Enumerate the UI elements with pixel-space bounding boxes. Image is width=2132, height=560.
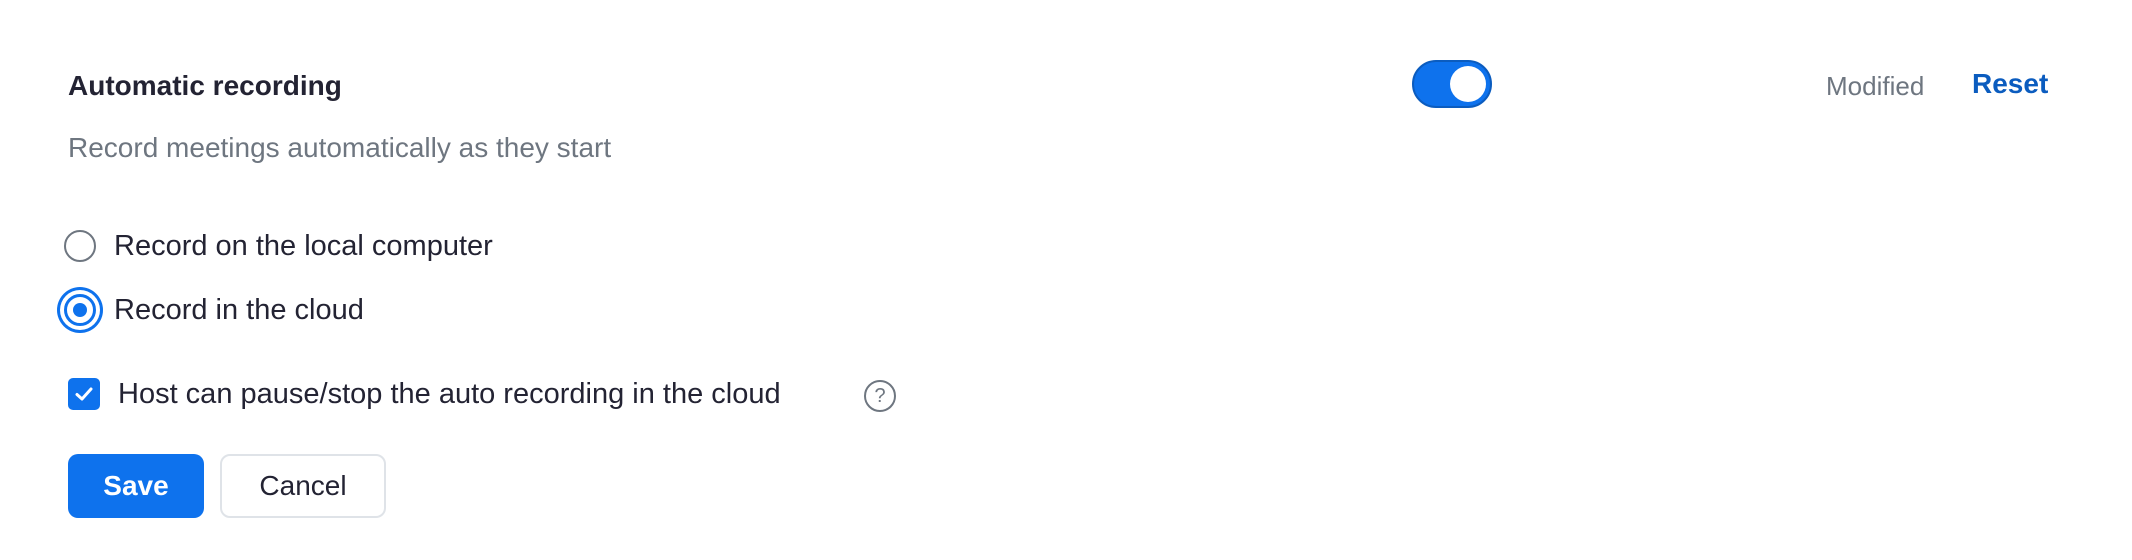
setting-title: Automatic recording <box>68 70 342 101</box>
radio-label-cloud: Record in the cloud <box>114 294 364 326</box>
checkmark-icon <box>75 387 93 401</box>
save-button[interactable]: Save <box>68 454 204 518</box>
radio-label-local: Record on the local computer <box>114 230 493 262</box>
automatic-recording-toggle[interactable] <box>1412 60 1492 108</box>
modified-status: Modified <box>1826 71 1925 101</box>
host-pause-stop-checkbox[interactable] <box>68 378 100 410</box>
toggle-knob <box>1450 66 1486 102</box>
cancel-button[interactable]: Cancel <box>220 454 386 518</box>
help-icon[interactable]: ? <box>864 380 896 412</box>
reset-link[interactable]: Reset <box>1972 64 2048 104</box>
setting-description: Record meetings automatically as they st… <box>68 132 612 163</box>
radio-button-cloud[interactable] <box>64 294 96 326</box>
host-pause-stop-checkbox-row[interactable]: Host can pause/stop the auto recording i… <box>68 372 781 416</box>
radio-option-local-computer[interactable]: Record on the local computer <box>64 224 493 268</box>
radio-option-cloud[interactable]: Record in the cloud <box>64 288 364 332</box>
host-pause-stop-label: Host can pause/stop the auto recording i… <box>118 378 781 410</box>
radio-button-local[interactable] <box>64 230 96 262</box>
